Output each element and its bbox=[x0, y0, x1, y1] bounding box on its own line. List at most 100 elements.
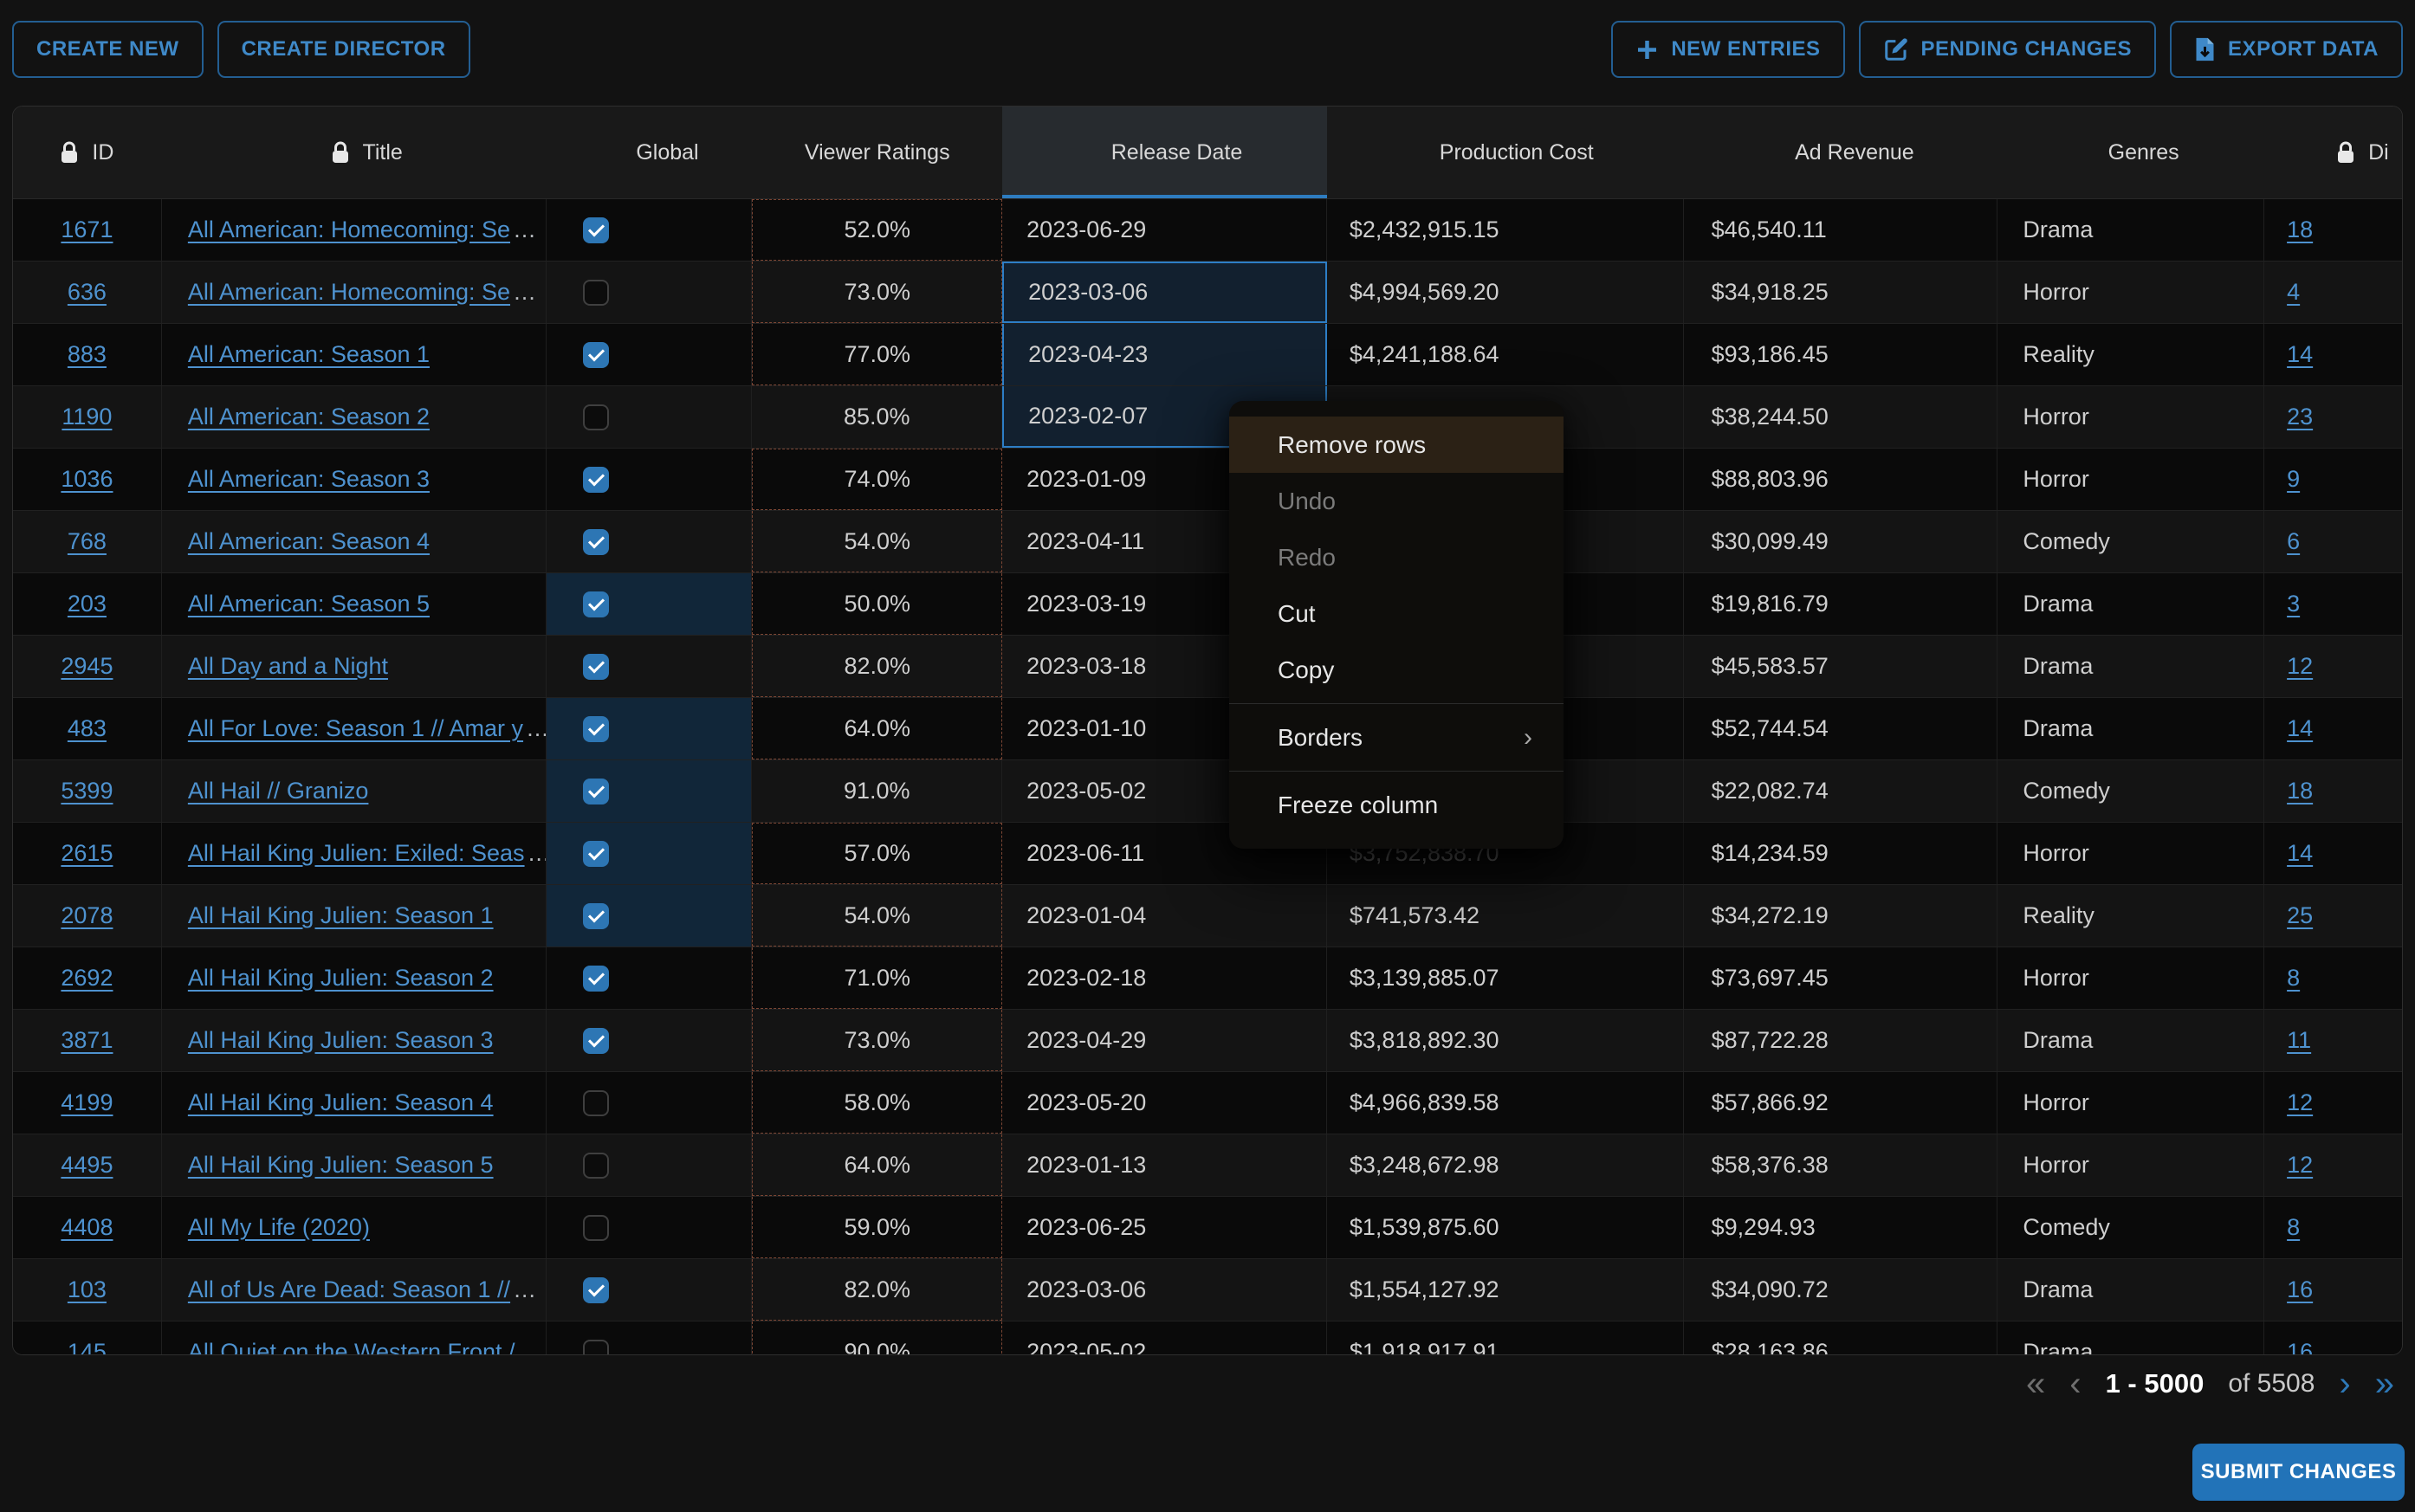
title-link[interactable]: All Hail King Julien: Season 1 bbox=[188, 902, 494, 929]
title-link[interactable]: All Hail // Granizo bbox=[188, 778, 369, 804]
id-cell[interactable]: 2078 bbox=[13, 885, 162, 947]
directors-count-link[interactable]: 14 bbox=[2287, 341, 2313, 368]
directors-count-link[interactable]: 25 bbox=[2287, 902, 2313, 929]
directors-cell[interactable]: 12 bbox=[2264, 636, 2402, 697]
viewer-rating-cell[interactable]: 73.0% bbox=[752, 262, 1002, 323]
submit-changes-button[interactable]: SUBMIT CHANGES bbox=[2192, 1444, 2405, 1501]
ad-revenue-cell[interactable]: $34,090.72 bbox=[1684, 1259, 1998, 1321]
genre-cell[interactable]: Reality bbox=[1997, 324, 2264, 385]
global-cell[interactable] bbox=[547, 199, 753, 261]
title-link[interactable]: All American: Homecoming: Se bbox=[188, 216, 510, 243]
genre-cell[interactable]: Drama bbox=[1997, 1321, 2264, 1355]
id-cell[interactable]: 1036 bbox=[13, 449, 162, 510]
id-link[interactable]: 2078 bbox=[61, 902, 113, 929]
viewer-rating-cell[interactable]: 57.0% bbox=[752, 823, 1002, 884]
ad-revenue-cell[interactable]: $14,234.59 bbox=[1684, 823, 1998, 884]
global-checkbox[interactable] bbox=[583, 342, 609, 368]
viewer-rating-cell[interactable]: 77.0% bbox=[752, 324, 1002, 385]
id-cell[interactable]: 1190 bbox=[13, 386, 162, 448]
global-cell[interactable] bbox=[547, 885, 753, 947]
id-link[interactable]: 4495 bbox=[61, 1152, 113, 1179]
viewer-rating-cell[interactable]: 54.0% bbox=[752, 885, 1002, 947]
id-link[interactable]: 636 bbox=[68, 279, 107, 306]
genre-cell[interactable]: Comedy bbox=[1997, 760, 2264, 822]
release-date-cell[interactable]: 2023-05-20 bbox=[1002, 1072, 1327, 1134]
directors-cell[interactable]: 3 bbox=[2264, 573, 2402, 635]
global-cell[interactable] bbox=[547, 449, 753, 510]
global-cell[interactable] bbox=[547, 1072, 753, 1134]
global-cell[interactable] bbox=[547, 1197, 753, 1258]
directors-cell[interactable]: 18 bbox=[2264, 760, 2402, 822]
id-cell[interactable]: 3871 bbox=[13, 1010, 162, 1071]
id-cell[interactable]: 883 bbox=[13, 324, 162, 385]
ad-revenue-cell[interactable]: $58,376.38 bbox=[1684, 1134, 1998, 1196]
create-director-button[interactable]: CREATE DIRECTOR bbox=[217, 21, 470, 78]
title-link[interactable]: All American: Season 1 bbox=[188, 341, 430, 368]
title-cell[interactable]: All Hail King Julien: Exiled: Seas… bbox=[162, 823, 547, 884]
release-date-cell[interactable]: 2023-05-02 bbox=[1002, 1321, 1327, 1355]
id-cell[interactable]: 1671 bbox=[13, 199, 162, 261]
directors-cell[interactable]: 14 bbox=[2264, 324, 2402, 385]
directors-cell[interactable]: 12 bbox=[2264, 1072, 2402, 1134]
global-cell[interactable] bbox=[547, 698, 753, 759]
directors-count-link[interactable]: 8 bbox=[2287, 965, 2300, 992]
directors-count-link[interactable]: 14 bbox=[2287, 715, 2313, 742]
title-link[interactable]: All Hail King Julien: Exiled: Seas bbox=[188, 840, 525, 867]
title-link[interactable]: All Hail King Julien: Season 5 bbox=[188, 1152, 494, 1179]
directors-cell[interactable]: 14 bbox=[2264, 698, 2402, 759]
title-link[interactable]: All American: Homecoming: Se bbox=[188, 279, 510, 306]
title-cell[interactable]: All For Love: Season 1 // Amar y… bbox=[162, 698, 547, 759]
genre-cell[interactable]: Horror bbox=[1997, 1072, 2264, 1134]
column-header-id[interactable]: ID bbox=[13, 107, 162, 198]
global-cell[interactable] bbox=[547, 1134, 753, 1196]
ad-revenue-cell[interactable]: $45,583.57 bbox=[1684, 636, 1998, 697]
title-link[interactable]: All American: Season 4 bbox=[188, 528, 430, 555]
viewer-rating-cell[interactable]: 71.0% bbox=[752, 947, 1002, 1009]
context-menu-item-freeze-column[interactable]: Freeze column bbox=[1229, 777, 1564, 833]
genre-cell[interactable]: Reality bbox=[1997, 885, 2264, 947]
column-header-global[interactable]: Global bbox=[547, 107, 753, 198]
id-link[interactable]: 483 bbox=[68, 715, 107, 742]
context-menu-item-cut[interactable]: Cut bbox=[1229, 585, 1564, 642]
global-checkbox[interactable] bbox=[583, 591, 609, 617]
release-date-cell[interactable]: 2023-02-18 bbox=[1002, 947, 1327, 1009]
id-cell[interactable]: 2692 bbox=[13, 947, 162, 1009]
global-checkbox[interactable] bbox=[583, 966, 609, 992]
genre-cell[interactable]: Drama bbox=[1997, 199, 2264, 261]
directors-count-link[interactable]: 4 bbox=[2287, 279, 2300, 306]
global-cell[interactable] bbox=[547, 636, 753, 697]
production-cost-cell[interactable]: $3,818,892.30 bbox=[1327, 1010, 1684, 1071]
directors-count-link[interactable]: 12 bbox=[2287, 653, 2313, 680]
create-new-button[interactable]: CREATE NEW bbox=[12, 21, 204, 78]
release-date-cell[interactable]: 2023-03-06 bbox=[1002, 1259, 1327, 1321]
production-cost-cell[interactable]: $741,573.42 bbox=[1327, 885, 1684, 947]
id-cell[interactable]: 4408 bbox=[13, 1197, 162, 1258]
release-date-cell[interactable]: 2023-01-04 bbox=[1002, 885, 1327, 947]
production-cost-cell[interactable]: $3,139,885.07 bbox=[1327, 947, 1684, 1009]
viewer-rating-cell[interactable]: 64.0% bbox=[752, 1134, 1002, 1196]
directors-cell[interactable]: 14 bbox=[2264, 823, 2402, 884]
directors-cell[interactable]: 9 bbox=[2264, 449, 2402, 510]
ad-revenue-cell[interactable]: $34,918.25 bbox=[1684, 262, 1998, 323]
global-checkbox[interactable] bbox=[583, 779, 609, 804]
genre-cell[interactable]: Drama bbox=[1997, 1259, 2264, 1321]
id-link[interactable]: 2692 bbox=[61, 965, 113, 992]
id-cell[interactable]: 483 bbox=[13, 698, 162, 759]
ad-revenue-cell[interactable]: $52,744.54 bbox=[1684, 698, 1998, 759]
column-header-title[interactable]: Title bbox=[162, 107, 547, 198]
genre-cell[interactable]: Drama bbox=[1997, 1010, 2264, 1071]
release-date-cell[interactable]: 2023-06-29 bbox=[1002, 199, 1327, 261]
column-header-ad_revenue[interactable]: Ad Revenue bbox=[1684, 107, 1998, 198]
global-cell[interactable] bbox=[547, 262, 753, 323]
id-cell[interactable]: 636 bbox=[13, 262, 162, 323]
directors-cell[interactable]: 18 bbox=[2264, 199, 2402, 261]
id-link[interactable]: 4199 bbox=[61, 1089, 113, 1116]
global-cell[interactable] bbox=[547, 511, 753, 572]
ad-revenue-cell[interactable]: $46,540.11 bbox=[1684, 199, 1998, 261]
genre-cell[interactable]: Horror bbox=[1997, 1134, 2264, 1196]
id-cell[interactable]: 103 bbox=[13, 1259, 162, 1321]
id-link[interactable]: 768 bbox=[68, 528, 107, 555]
title-link[interactable]: All Hail King Julien: Season 3 bbox=[188, 1027, 494, 1054]
directors-count-link[interactable]: 18 bbox=[2287, 778, 2313, 804]
genre-cell[interactable]: Horror bbox=[1997, 386, 2264, 448]
